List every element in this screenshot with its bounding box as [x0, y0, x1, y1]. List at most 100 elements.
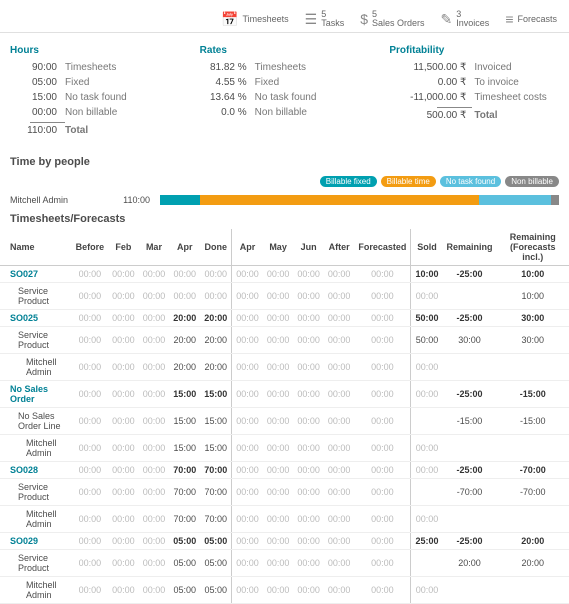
cell: 00:00 [72, 462, 109, 479]
cell: 00:00 [354, 327, 411, 354]
cell: 00:00 [232, 506, 263, 533]
cell: 00:00 [354, 310, 411, 327]
summary-row: 0.0 %Non billable [200, 107, 370, 118]
row-name[interactable]: SO027 [0, 266, 72, 283]
cell: 15:00 [200, 381, 232, 408]
cell: 00:00 [293, 462, 324, 479]
cell: 00:00 [200, 266, 232, 283]
cell: 00:00 [293, 550, 324, 577]
tab-tasks[interactable]: ☰5Tasks [297, 6, 353, 32]
row-name: Mitchell Admin [0, 354, 72, 381]
cell: 00:00 [324, 435, 355, 462]
cell: 00:00 [108, 506, 139, 533]
cell: 10:00 [411, 266, 443, 283]
cell: 00:00 [139, 381, 170, 408]
cell: 00:00 [139, 506, 170, 533]
cell: 00:00 [72, 266, 109, 283]
cell: 00:00 [354, 479, 411, 506]
cell [442, 577, 496, 604]
cell: 00:00 [232, 550, 263, 577]
cell: 00:00 [263, 381, 294, 408]
tab-timesheets[interactable]: 📅Timesheets [213, 6, 297, 32]
summary-row: 4.55 %Fixed [200, 77, 370, 88]
legend: Billable fixedBillable timeNo task found… [0, 172, 569, 191]
cell: 00:00 [324, 408, 355, 435]
cell: 00:00 [293, 506, 324, 533]
cell: 05:00 [169, 550, 200, 577]
row-name[interactable]: No Sales Order [0, 381, 72, 408]
hours-total-rule [30, 122, 65, 123]
cell: 00:00 [232, 327, 263, 354]
legend-pill: Billable time [381, 176, 436, 187]
table-row: Mitchell Admin00:0000:0000:0015:0015:000… [0, 435, 569, 462]
cell: 00:00 [354, 266, 411, 283]
cell: 00:00 [72, 550, 109, 577]
cell: 15:00 [169, 408, 200, 435]
cell: 00:00 [354, 462, 411, 479]
col-header: Apr [169, 229, 200, 266]
tab-invoices[interactable]: ✎3Invoices [433, 6, 498, 32]
tab-forecasts[interactable]: ≡Forecasts [497, 6, 565, 32]
cell [442, 354, 496, 381]
cell: 00:00 [232, 435, 263, 462]
row-name[interactable]: SO029 [0, 533, 72, 550]
table-row: Service Product00:0000:0000:0005:0005:00… [0, 550, 569, 577]
bar-segment [479, 195, 551, 205]
cell: 00:00 [139, 354, 170, 381]
cell: 00:00 [411, 435, 443, 462]
col-header: Remaining (Forecasts incl.) [496, 229, 569, 266]
table-row: Service Product00:0000:0000:0000:0000:00… [0, 283, 569, 310]
cell [496, 577, 569, 604]
rates-title: Rates [200, 45, 370, 56]
cell: 05:00 [169, 577, 200, 604]
cell: 00:00 [72, 577, 109, 604]
cell [411, 408, 443, 435]
forecasts-icon: ≡ [505, 11, 513, 27]
cell: 00:00 [72, 354, 109, 381]
cell: 50:00 [411, 310, 443, 327]
cell: 20:00 [442, 550, 496, 577]
cell: 00:00 [108, 381, 139, 408]
summary-row: 00:00Non billable [10, 107, 180, 118]
cell: -25:00 [442, 381, 496, 408]
tf-table: NameBeforeFebMarAprDoneAprMayJunAfterFor… [0, 229, 569, 604]
cell: 00:00 [263, 283, 294, 310]
table-row: SO02500:0000:0000:0020:0020:0000:0000:00… [0, 310, 569, 327]
cell: 00:00 [139, 479, 170, 506]
cell: 00:00 [324, 479, 355, 506]
cell: 00:00 [139, 533, 170, 550]
cell: 00:00 [169, 283, 200, 310]
row-name[interactable]: SO025 [0, 310, 72, 327]
col-header: Before [72, 229, 109, 266]
cell: 00:00 [139, 408, 170, 435]
table-row: No Sales Order Line00:0000:0000:0015:001… [0, 408, 569, 435]
cell: 00:00 [72, 506, 109, 533]
cell: 20:00 [169, 354, 200, 381]
summary: Hours 90:00Timesheets05:00Fixed15:00No t… [0, 33, 569, 152]
stat-tabs: 📅Timesheets☰5Tasks$5Sales Orders✎3Invoic… [0, 0, 569, 33]
cell: 00:00 [139, 283, 170, 310]
cell: 70:00 [200, 462, 232, 479]
cell: 00:00 [232, 283, 263, 310]
cell: -70:00 [496, 462, 569, 479]
row-name[interactable]: SO028 [0, 462, 72, 479]
cell: 00:00 [324, 266, 355, 283]
table-row: Service Product00:0000:0000:0070:0070:00… [0, 479, 569, 506]
cell [411, 479, 443, 506]
cell: 00:00 [293, 479, 324, 506]
cell: 00:00 [108, 479, 139, 506]
cell: 00:00 [293, 577, 324, 604]
tab-sales-orders[interactable]: $5Sales Orders [352, 6, 432, 32]
cell: 00:00 [411, 283, 443, 310]
cell: 00:00 [108, 266, 139, 283]
cell: 00:00 [324, 462, 355, 479]
cell: 00:00 [324, 506, 355, 533]
cell: 00:00 [324, 310, 355, 327]
prof-total-l: Total [474, 110, 559, 121]
cell [496, 354, 569, 381]
cell: -15:00 [496, 381, 569, 408]
row-name: Mitchell Admin [0, 577, 72, 604]
cell [496, 506, 569, 533]
cell: 00:00 [232, 408, 263, 435]
cell: 00:00 [139, 462, 170, 479]
